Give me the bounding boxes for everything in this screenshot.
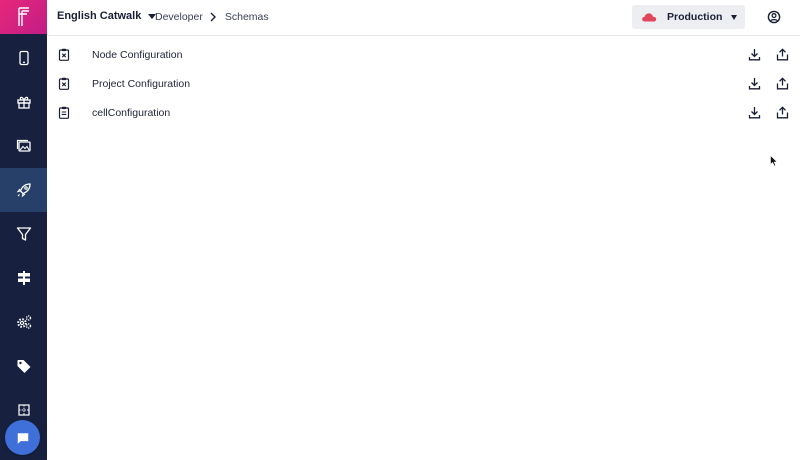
breadcrumb-item-schemas: Schemas bbox=[224, 11, 269, 23]
filter-icon bbox=[16, 227, 31, 241]
gallery-icon bbox=[16, 139, 31, 152]
sidebar-item-rewards[interactable] bbox=[0, 80, 47, 124]
mobile-icon bbox=[18, 50, 29, 66]
user-account-button[interactable] bbox=[767, 10, 781, 24]
gears-icon bbox=[16, 315, 31, 329]
sidebar-item-settings[interactable] bbox=[0, 300, 47, 344]
list-item[interactable]: cellConfiguration bbox=[47, 98, 800, 127]
environment-label: Production bbox=[667, 11, 723, 23]
project-name: English Catwalk bbox=[57, 10, 142, 22]
grid-icon bbox=[17, 404, 30, 416]
list-item[interactable]: Node Configuration bbox=[47, 40, 800, 69]
schema-name: Node Configuration bbox=[92, 49, 183, 61]
sidebar-item-routes[interactable] bbox=[0, 256, 47, 300]
user-circle-icon bbox=[767, 10, 781, 24]
upload-icon[interactable] bbox=[776, 106, 789, 119]
project-selector[interactable]: English Catwalk bbox=[57, 10, 157, 22]
sidebar-item-media[interactable] bbox=[0, 124, 47, 168]
cloud-icon bbox=[642, 13, 657, 22]
clipboard-x-icon bbox=[58, 77, 70, 90]
sidebar-item-developer[interactable] bbox=[0, 168, 47, 212]
upload-icon[interactable] bbox=[776, 48, 789, 61]
environment-selector[interactable]: Production bbox=[632, 5, 745, 29]
schema-name: cellConfiguration bbox=[92, 107, 171, 119]
sidebar bbox=[0, 0, 47, 460]
sidebar-item-tags[interactable] bbox=[0, 344, 47, 388]
signpost-icon bbox=[17, 271, 30, 285]
chat-button[interactable] bbox=[5, 420, 40, 455]
chevron-down-icon bbox=[731, 15, 737, 20]
sidebar-item-filters[interactable] bbox=[0, 212, 47, 256]
download-icon[interactable] bbox=[748, 106, 761, 119]
gift-icon bbox=[16, 96, 31, 109]
logo-icon bbox=[17, 7, 29, 26]
sidebar-item-devices[interactable] bbox=[0, 36, 47, 80]
schema-name: Project Configuration bbox=[92, 78, 191, 90]
app-logo[interactable] bbox=[0, 0, 47, 34]
chevron-right-icon bbox=[209, 12, 219, 22]
tag-icon bbox=[17, 360, 30, 373]
top-bar: English Catwalk Developer Schemas Produc… bbox=[47, 0, 800, 36]
download-icon[interactable] bbox=[748, 48, 761, 61]
download-icon[interactable] bbox=[748, 77, 761, 90]
upload-icon[interactable] bbox=[776, 77, 789, 90]
chat-icon bbox=[17, 432, 28, 444]
mouse-cursor-icon bbox=[770, 155, 778, 167]
breadcrumb: Developer Schemas bbox=[155, 11, 269, 23]
rocket-icon bbox=[16, 183, 31, 198]
breadcrumb-item-developer[interactable]: Developer bbox=[155, 11, 203, 23]
clipboard-text-icon bbox=[58, 106, 70, 119]
clipboard-x-icon bbox=[58, 48, 70, 61]
list-item[interactable]: Project Configuration bbox=[47, 69, 800, 98]
